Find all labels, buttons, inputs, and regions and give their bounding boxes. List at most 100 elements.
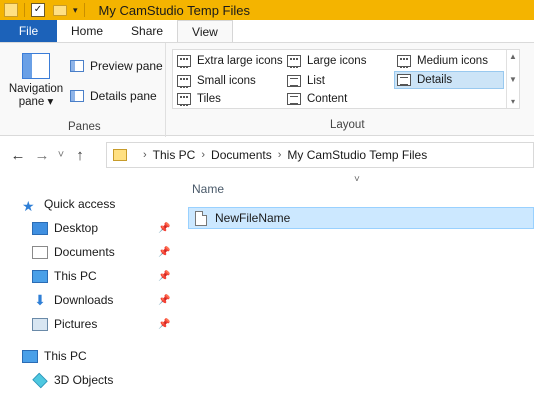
medium-icons-icon xyxy=(397,55,411,68)
this-pc-icon xyxy=(22,349,38,363)
title-separator xyxy=(24,3,25,17)
pin-icon[interactable]: 📌 xyxy=(158,247,170,258)
new-folder-icon[interactable] xyxy=(53,4,67,16)
tree-item-label: 3D Objects xyxy=(54,373,114,387)
layout-item-label: Small icons xyxy=(197,75,256,87)
layout-content[interactable]: Content xyxy=(285,90,347,108)
details-pane-label: Details pane xyxy=(90,89,157,103)
preview-pane-icon xyxy=(70,60,84,72)
layout-gallery-scroll[interactable]: ▲ ▼ ▾ xyxy=(506,50,519,108)
tree-item-documents[interactable]: Documents xyxy=(32,242,115,262)
chevron-right-icon[interactable]: › xyxy=(278,149,282,161)
chevron-right-icon[interactable]: › xyxy=(201,149,205,161)
tree-item-label: This PC xyxy=(54,269,97,283)
layout-item-label: Details xyxy=(417,74,453,86)
breadcrumb[interactable]: › This PC › Documents › My CamStudio Tem… xyxy=(106,142,534,168)
column-sort-chevron-icon[interactable]: ˅ xyxy=(354,174,360,185)
layout-large-icons[interactable]: Large icons xyxy=(285,52,366,70)
panes-group-label: Panes xyxy=(68,121,101,133)
content-icon xyxy=(287,93,301,105)
details-pane-button[interactable]: Details pane xyxy=(70,89,157,103)
tree-item-3d-objects[interactable]: 3D Objects xyxy=(32,370,113,390)
scroll-down-icon[interactable]: ▼ xyxy=(509,75,517,84)
tab-view[interactable]: View xyxy=(177,20,233,42)
details-icon xyxy=(397,74,411,86)
list-icon xyxy=(287,75,301,87)
layout-item-label: Medium icons xyxy=(417,55,488,67)
details-pane-icon xyxy=(70,90,84,102)
layout-gallery: Extra large icons Large icons Medium ico… xyxy=(172,49,520,109)
more-icon[interactable]: ▾ xyxy=(511,97,515,106)
up-arrow-icon[interactable]: ↑ xyxy=(68,147,92,164)
list-item[interactable]: NewFileName xyxy=(188,207,534,229)
layout-tiles[interactable]: Tiles xyxy=(175,90,221,108)
tree-item-pictures[interactable]: Pictures xyxy=(32,314,97,334)
quick-access-item[interactable]: ★ Quick access xyxy=(22,194,115,214)
tiles-icon xyxy=(177,93,191,106)
breadcrumb-documents[interactable]: Documents xyxy=(211,148,272,162)
breadcrumb-this-pc[interactable]: This PC xyxy=(153,148,196,162)
back-arrow-icon[interactable]: ← xyxy=(6,147,30,164)
pin-icon[interactable]: 📌 xyxy=(158,319,170,330)
tree-item-desktop[interactable]: Desktop xyxy=(32,218,98,238)
navigation-pane: ★ Quick access Desktop 📌 Documents 📌 Thi… xyxy=(0,190,176,404)
scroll-up-icon[interactable]: ▲ xyxy=(509,52,517,61)
pin-icon[interactable]: 📌 xyxy=(158,271,170,282)
preview-pane-button[interactable]: Preview pane xyxy=(70,59,163,73)
large-icons-icon xyxy=(287,55,301,68)
3d-objects-icon xyxy=(32,372,48,388)
navigation-pane-button[interactable]: Navigation pane ▾ xyxy=(6,49,66,109)
forward-arrow-icon[interactable]: → xyxy=(30,147,54,164)
pin-icon[interactable]: 📌 xyxy=(158,223,170,234)
tree-item-label: This PC xyxy=(44,349,87,363)
tab-file[interactable]: File xyxy=(0,20,57,42)
file-name: NewFileName xyxy=(215,211,291,225)
quick-access-toolbar-dropdown-icon[interactable]: ▾ xyxy=(73,5,78,16)
pin-icon[interactable]: 📌 xyxy=(158,295,170,306)
layout-list[interactable]: List xyxy=(285,72,325,90)
title-bar: ✓ ▾ My CamStudio Temp Files xyxy=(0,0,534,20)
navigation-pane-label-2: pane ▾ xyxy=(18,96,54,108)
tree-item-label: Documents xyxy=(54,245,115,259)
layout-extra-large-icons[interactable]: Extra large icons xyxy=(175,52,283,70)
recent-locations-chevron-icon[interactable]: ˅ xyxy=(54,149,68,161)
tree-item-label: Desktop xyxy=(54,221,99,235)
tree-item-this-pc[interactable]: This PC xyxy=(22,346,87,366)
preview-pane-label: Preview pane xyxy=(90,59,163,73)
title-separator-2 xyxy=(83,3,85,17)
tree-item-label: Pictures xyxy=(54,317,98,331)
extra-large-icons-icon xyxy=(177,55,191,68)
navigation-pane-label-1: Navigation xyxy=(8,83,64,95)
ribbon-tabs: File Home Share View xyxy=(0,20,534,42)
column-header-name[interactable]: Name xyxy=(192,182,224,196)
folder-icon xyxy=(113,149,127,161)
navigation-pane-icon xyxy=(22,53,50,79)
layout-small-icons[interactable]: Small icons xyxy=(175,72,256,90)
small-icons-icon xyxy=(177,75,191,88)
chevron-right-icon[interactable]: › xyxy=(143,149,147,161)
tab-share[interactable]: Share xyxy=(117,20,177,42)
window-title: My CamStudio Temp Files xyxy=(98,2,251,18)
layout-item-label: Extra large icons xyxy=(197,55,283,67)
layout-item-label: Tiles xyxy=(197,93,221,105)
layout-item-label: List xyxy=(307,75,325,87)
app-icon xyxy=(4,3,18,17)
file-icon xyxy=(195,210,207,226)
star-icon: ★ xyxy=(22,197,35,214)
pictures-icon xyxy=(32,317,48,331)
desktop-icon xyxy=(32,221,48,235)
breadcrumb-current-folder[interactable]: My CamStudio Temp Files xyxy=(287,148,427,162)
layout-item-label: Content xyxy=(307,93,348,105)
tree-item-this-pc-pinned[interactable]: This PC xyxy=(32,266,97,286)
address-bar-row: ← → ˅ ↑ › This PC › Documents › My CamSt… xyxy=(0,136,534,174)
layout-medium-icons[interactable]: Medium icons xyxy=(395,52,488,70)
this-pc-icon xyxy=(32,269,48,283)
file-list: ˅ Name NewFileName xyxy=(186,174,534,404)
tab-home[interactable]: Home xyxy=(57,20,117,42)
downloads-icon: ⬇ xyxy=(34,291,46,308)
layout-group-label: Layout xyxy=(330,119,365,131)
tree-item-downloads[interactable]: ⬇ Downloads xyxy=(32,290,113,310)
properties-check-icon[interactable]: ✓ xyxy=(31,3,45,17)
ribbon: Navigation pane ▾ Preview pane Details p… xyxy=(0,42,534,137)
layout-details[interactable]: Details xyxy=(394,71,504,89)
